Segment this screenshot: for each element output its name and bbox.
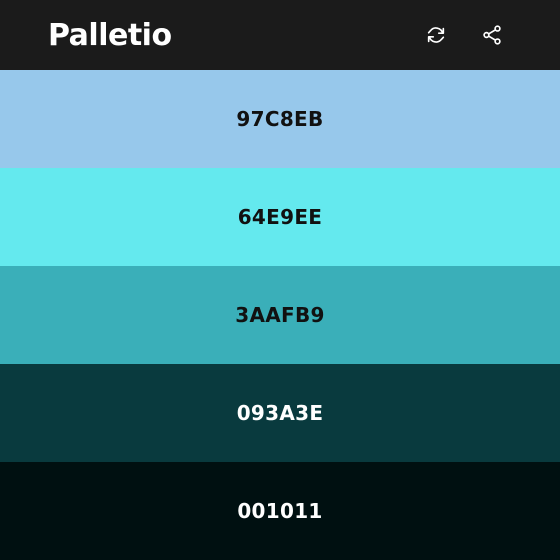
header-actions bbox=[424, 23, 504, 47]
color-swatch-1[interactable]: 97C8EB bbox=[0, 70, 560, 168]
swatch-hex-label: 3AAFB9 bbox=[235, 303, 325, 327]
app-header: Palletio bbox=[0, 0, 560, 70]
refresh-icon bbox=[427, 27, 445, 43]
color-swatch-5[interactable]: 001011 bbox=[0, 462, 560, 560]
app-root: Palletio 97C8EB 64E9EE 3AAFB9 093A3E 001… bbox=[0, 0, 560, 560]
color-swatch-2[interactable]: 64E9EE bbox=[0, 168, 560, 266]
swatch-hex-label: 64E9EE bbox=[237, 205, 323, 229]
app-title: Palletio bbox=[48, 17, 172, 53]
palette-swatches: 97C8EB 64E9EE 3AAFB9 093A3E 001011 bbox=[0, 70, 560, 560]
swatch-hex-label: 093A3E bbox=[236, 401, 324, 425]
refresh-button[interactable] bbox=[424, 23, 448, 47]
color-swatch-3[interactable]: 3AAFB9 bbox=[0, 266, 560, 364]
share-icon bbox=[483, 25, 501, 45]
share-button[interactable] bbox=[480, 23, 504, 47]
swatch-hex-label: 97C8EB bbox=[236, 107, 324, 131]
color-swatch-4[interactable]: 093A3E bbox=[0, 364, 560, 462]
swatch-hex-label: 001011 bbox=[237, 499, 323, 523]
